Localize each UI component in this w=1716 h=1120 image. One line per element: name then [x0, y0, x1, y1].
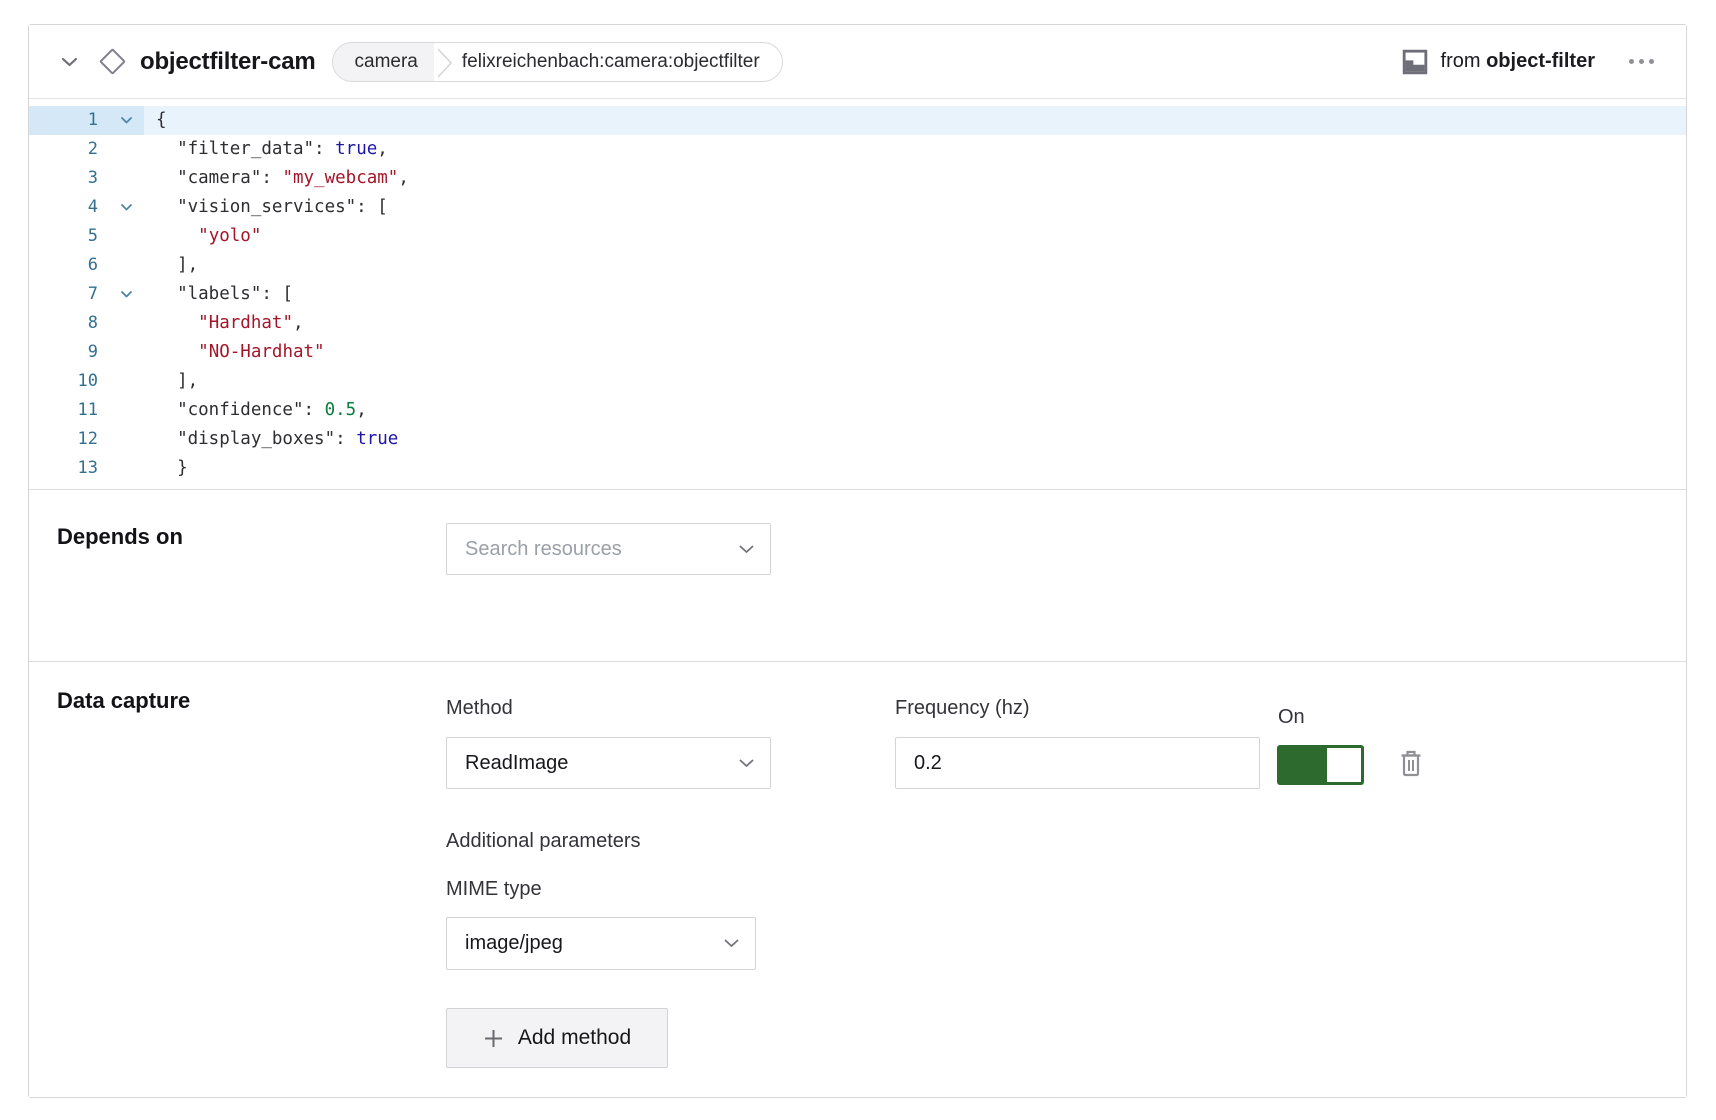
line-number: 13 [29, 454, 98, 483]
code-line[interactable]: 9 "NO-Hardhat" [29, 338, 1686, 367]
badge-separator-icon [434, 43, 456, 81]
fold-chevron-icon[interactable] [98, 117, 144, 124]
code-line[interactable]: 1{ [29, 106, 1686, 135]
code-text[interactable]: "NO-Hardhat" [144, 338, 1686, 367]
module-icon [1402, 49, 1428, 75]
chevron-down-icon[interactable] [61, 57, 78, 67]
data-capture-label: Data capture [57, 688, 190, 714]
capture-toggle[interactable] [1277, 745, 1364, 785]
mime-type-value: image/jpeg [465, 932, 714, 955]
method-value: ReadImage [465, 752, 729, 775]
component-header: objectfilter-cam camera felixreichenbach… [29, 25, 1686, 98]
frequency-label: Frequency (hz) [895, 697, 1030, 720]
frequency-value: 0.2 [914, 752, 1243, 775]
method-label: Method [446, 697, 513, 720]
fold-chevron-icon[interactable] [98, 291, 144, 298]
plus-icon [483, 1028, 504, 1049]
code-gutter: 3 [29, 164, 144, 193]
code-text[interactable]: ], [144, 251, 1686, 280]
code-line[interactable]: 8 "Hardhat", [29, 309, 1686, 338]
data-capture-section: Data capture Method ReadImage Frequency … [29, 662, 1686, 1097]
line-number: 6 [29, 251, 98, 280]
code-text[interactable]: "display_boxes": true [144, 425, 1686, 454]
line-number: 4 [29, 193, 98, 222]
code-gutter: 2 [29, 135, 144, 164]
mime-type-select[interactable]: image/jpeg [446, 917, 756, 970]
capture-on-label: On [1278, 706, 1305, 729]
line-number: 2 [29, 135, 98, 164]
code-text[interactable]: "filter_data": true, [144, 135, 1686, 164]
line-number: 12 [29, 425, 98, 454]
code-line[interactable]: 3 "camera": "my_webcam", [29, 164, 1686, 193]
fold-chevron-icon[interactable] [98, 204, 144, 211]
code-gutter: 5 [29, 222, 144, 251]
from-module-label: from object-filter [1441, 50, 1595, 73]
line-number: 7 [29, 280, 98, 309]
json-config-editor[interactable]: 1{2 "filter_data": true,3 "camera": "my_… [29, 98, 1686, 490]
line-number: 10 [29, 367, 98, 396]
component-card: objectfilter-cam camera felixreichenbach… [28, 24, 1687, 1098]
code-text[interactable]: "yolo" [144, 222, 1686, 251]
code-line[interactable]: 10 ], [29, 367, 1686, 396]
line-number: 5 [29, 222, 98, 251]
component-title: objectfilter-cam [140, 48, 316, 76]
code-gutter: 10 [29, 367, 144, 396]
code-gutter: 6 [29, 251, 144, 280]
chevron-down-icon [724, 939, 739, 948]
code-gutter: 12 [29, 425, 144, 454]
line-number: 1 [29, 106, 98, 135]
diamond-icon [98, 48, 126, 76]
toggle-knob [1327, 748, 1361, 782]
code-gutter: 11 [29, 396, 144, 425]
additional-parameters-label: Additional parameters [446, 830, 641, 853]
depends-on-section: Depends on Search resources [29, 490, 1686, 662]
code-line[interactable]: 11 "confidence": 0.5, [29, 396, 1686, 425]
depends-on-select[interactable]: Search resources [446, 523, 771, 575]
ellipsis-menu-button[interactable] [1627, 53, 1656, 70]
code-gutter: 7 [29, 280, 144, 309]
code-text[interactable]: { [144, 106, 1686, 135]
code-line[interactable]: 12 "display_boxes": true [29, 425, 1686, 454]
code-line[interactable]: 6 ], [29, 251, 1686, 280]
code-text[interactable]: } [144, 454, 1686, 483]
method-select[interactable]: ReadImage [446, 737, 771, 789]
line-number: 8 [29, 309, 98, 338]
depends-on-label: Depends on [57, 524, 183, 550]
code-line[interactable]: 4 "vision_services": [ [29, 193, 1686, 222]
code-gutter: 8 [29, 309, 144, 338]
code-text[interactable]: "Hardhat", [144, 309, 1686, 338]
line-number: 3 [29, 164, 98, 193]
chevron-down-icon [739, 759, 754, 768]
depends-on-placeholder: Search resources [465, 538, 729, 561]
badge-model: felixreichenbach:camera:objectfilter [456, 51, 782, 73]
chevron-down-icon [739, 545, 754, 554]
code-line[interactable]: 5 "yolo" [29, 222, 1686, 251]
code-text[interactable]: ], [144, 367, 1686, 396]
mime-type-label: MIME type [446, 878, 542, 901]
badge-type: camera [333, 43, 434, 81]
code-gutter: 1 [29, 106, 144, 135]
code-text[interactable]: "camera": "my_webcam", [144, 164, 1686, 193]
code-gutter: 13 [29, 454, 144, 483]
add-method-label: Add method [518, 1026, 631, 1050]
code-gutter: 4 [29, 193, 144, 222]
code-text[interactable]: "labels": [ [144, 280, 1686, 309]
code-gutter: 9 [29, 338, 144, 367]
delete-method-button[interactable] [1397, 746, 1425, 780]
code-line[interactable]: 13 } [29, 454, 1686, 483]
add-method-button[interactable]: Add method [446, 1008, 668, 1068]
line-number: 11 [29, 396, 98, 425]
code-text[interactable]: "confidence": 0.5, [144, 396, 1686, 425]
line-number: 9 [29, 338, 98, 367]
code-line[interactable]: 2 "filter_data": true, [29, 135, 1686, 164]
module-name: object-filter [1486, 50, 1595, 72]
frequency-input[interactable]: 0.2 [895, 737, 1260, 789]
component-type-badge: camera felixreichenbach:camera:objectfil… [332, 42, 783, 82]
trash-icon [1399, 749, 1423, 778]
code-text[interactable]: "vision_services": [ [144, 193, 1686, 222]
code-line[interactable]: 7 "labels": [ [29, 280, 1686, 309]
